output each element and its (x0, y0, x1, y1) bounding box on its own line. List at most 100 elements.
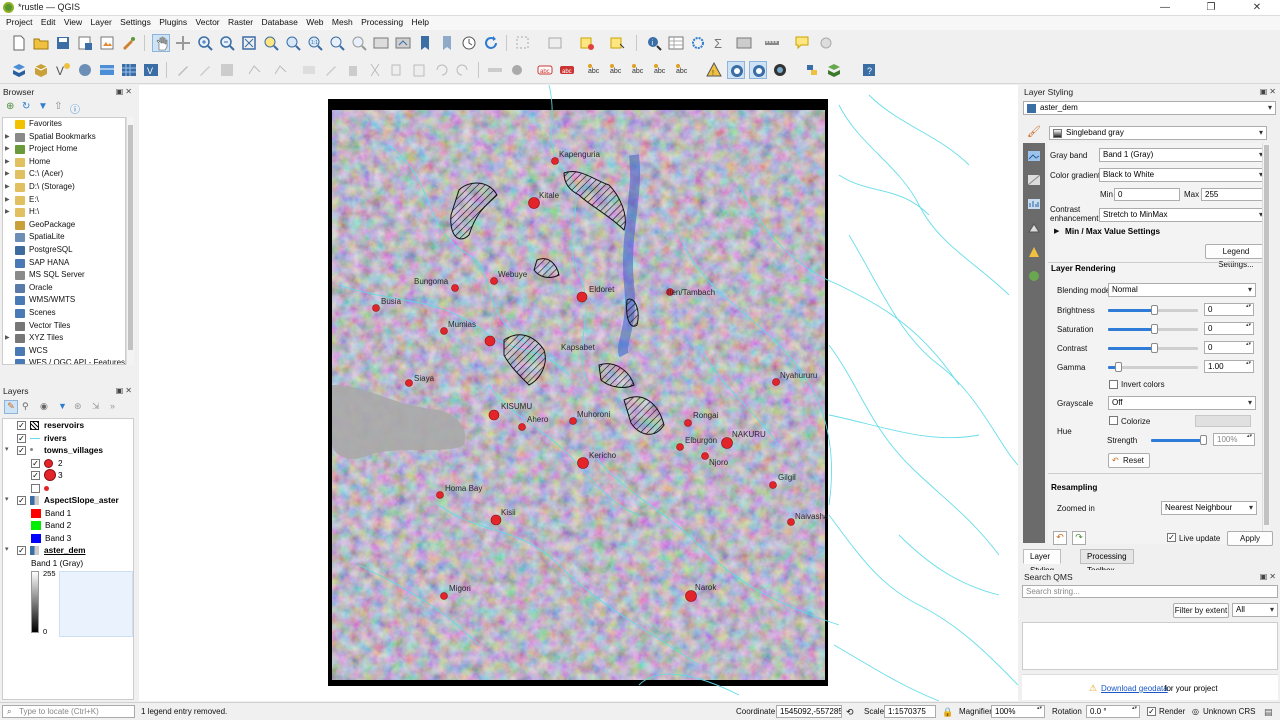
plugin-manager-icon[interactable] (825, 61, 843, 79)
menu-database[interactable]: Database (261, 16, 297, 27)
map-canvas[interactable]: Kapenguria Kitale Webuye Bungoma Eldoret… (139, 85, 1018, 701)
qms-dock-buttons[interactable]: ▣✕ (1260, 572, 1278, 581)
modify-attributes-icon[interactable] (300, 61, 318, 79)
expand-arrow-icon[interactable]: ▶ (5, 156, 10, 169)
save-edits-icon[interactable] (218, 61, 236, 79)
browser-item[interactable]: ▶ D:\ (Storage) (3, 181, 125, 194)
new-map-view-icon[interactable] (372, 34, 390, 52)
field-calculator-icon[interactable] (689, 34, 707, 52)
collapse-all-icon[interactable]: ⇧ (54, 101, 62, 112)
add-feature-icon[interactable] (246, 61, 264, 79)
layer-row[interactable]: ▾ ✓ aster_dem (3, 544, 133, 557)
symbology-tab-icon[interactable] (1023, 145, 1045, 167)
layer-visibility-checkbox[interactable]: ✓ (17, 496, 26, 505)
zoom-next-icon[interactable] (350, 34, 368, 52)
manage-visibility-icon[interactable]: ◉ (40, 401, 48, 412)
styling-dock-buttons[interactable]: ▣✕ (1260, 87, 1278, 96)
collapse-all-layers-icon[interactable]: » (110, 401, 115, 411)
rotate-label-icon[interactable]: abc (652, 61, 670, 79)
layer-row[interactable]: Band 3 (3, 532, 133, 545)
temporal-controller-icon[interactable] (460, 34, 478, 52)
maximize-button[interactable]: ❐ (1188, 0, 1234, 16)
coordinate-field[interactable]: 1545092,-557285 (776, 705, 842, 718)
menu-plugins[interactable]: Plugins (159, 16, 187, 27)
statistical-summary-icon[interactable]: Σ (711, 34, 729, 52)
rotation-spinbox[interactable]: 0.0 ° (1086, 705, 1140, 718)
properties-icon[interactable]: ⓘ (70, 101, 80, 116)
browser-item[interactable]: WMS/WMTS (3, 294, 125, 307)
layer-visibility-checkbox[interactable]: ✓ (17, 421, 26, 430)
colorize-checkbox[interactable] (1109, 416, 1118, 425)
change-label-icon[interactable]: abc (674, 61, 692, 79)
lock-scale-icon[interactable]: 🔒 (942, 707, 953, 718)
scale-field[interactable]: 1:1570375 (884, 705, 936, 718)
magnifier-spinbox[interactable]: 100% (991, 705, 1045, 718)
layer-row[interactable]: ▾ ✓ AspectSlope_aster (3, 494, 133, 507)
processing-icon[interactable]: ! (705, 61, 723, 79)
saturation-slider-handle[interactable] (1151, 324, 1158, 334)
new-spatialite-icon[interactable] (76, 61, 94, 79)
minimize-button[interactable]: — (1142, 0, 1188, 16)
layer-row[interactable]: Band 2 (3, 519, 133, 532)
strength-spinbox[interactable]: 100% (1213, 433, 1255, 446)
invert-colors-checkbox[interactable] (1109, 380, 1118, 389)
new-geopackage-icon[interactable] (32, 61, 50, 79)
qms-results-list[interactable] (1022, 622, 1278, 670)
locator-search[interactable]: ⌕ Type to locate (Ctrl+K) (2, 705, 135, 718)
vertex-tool-icon[interactable] (272, 61, 290, 79)
annotation-icon[interactable] (817, 34, 835, 52)
layer-visibility-checkbox[interactable]: ✓ (31, 458, 40, 468)
grayscale-combo[interactable]: Off (1108, 396, 1256, 410)
browser-item[interactable]: Favorites (3, 118, 125, 131)
download-geodata-link[interactable]: Download geodata (1101, 684, 1168, 693)
layer-visibility-checkbox[interactable]: ✓ (31, 471, 40, 480)
select-by-expression-icon[interactable] (578, 34, 596, 52)
max-input[interactable]: 255 (1201, 188, 1267, 201)
browser-item[interactable]: Vector Tiles (3, 320, 125, 333)
browser-item[interactable]: GeoPackage (3, 219, 125, 232)
renderer-combo[interactable]: Singleband gray (1049, 126, 1267, 140)
menu-edit[interactable]: Edit (41, 16, 56, 27)
cut-features-icon[interactable] (366, 61, 384, 79)
zoom-in-icon[interactable] (196, 34, 214, 52)
select-features-icon[interactable] (514, 34, 532, 52)
expand-arrow-icon[interactable]: ▶ (5, 168, 10, 181)
minmax-section-header[interactable]: Min / Max Value Settings (1065, 227, 1160, 236)
layer-row[interactable] (3, 482, 133, 495)
layer-row[interactable]: ▾ ✓ towns_villages (3, 444, 133, 457)
menu-layer[interactable]: Layer (91, 16, 112, 27)
crs-label[interactable]: Unknown CRS (1203, 707, 1255, 716)
menu-help[interactable]: Help (412, 16, 429, 27)
highlight-labels-icon[interactable]: abc (608, 61, 626, 79)
browser-item[interactable]: ▶ XYZ Tiles (3, 332, 125, 345)
blending-mode-combo[interactable]: Normal (1108, 283, 1256, 297)
layer-row[interactable]: ✓ reservoirs (3, 419, 133, 432)
browser-item[interactable]: ▶ Project Home (3, 143, 125, 156)
tab-layer-styling[interactable]: Layer Styling (1023, 549, 1062, 575)
undo-icon[interactable] (432, 61, 450, 79)
brightness-slider-handle[interactable] (1151, 305, 1158, 315)
menu-vector[interactable]: Vector (196, 16, 220, 27)
filter-by-extent-button[interactable]: Filter by extent (1173, 603, 1229, 618)
undo-style-icon[interactable]: ↶ (1053, 531, 1067, 545)
browser-item[interactable]: Scenes (3, 307, 125, 320)
layer-row[interactable]: Band 1 (3, 507, 133, 520)
toggle-editing-icon[interactable] (174, 61, 192, 79)
pin-labels-icon[interactable]: abc (586, 61, 604, 79)
attribute-table-icon[interactable] (667, 34, 685, 52)
zoom-native-icon[interactable]: 1:1 (306, 34, 324, 52)
redo-style-icon[interactable]: ↷ (1072, 531, 1086, 545)
layers-dock-buttons[interactable]: ▣✕ (116, 386, 134, 395)
browser-item[interactable]: WFS / OGC API - Features (3, 357, 125, 364)
transparency-tab-icon[interactable] (1023, 169, 1045, 191)
layer-select-combo[interactable]: aster_dem (1023, 101, 1276, 115)
open-styling-icon[interactable]: ✎ (4, 400, 18, 414)
filter-browser-icon[interactable]: ▼ (38, 101, 48, 112)
move-label-icon[interactable]: abc (630, 61, 648, 79)
qms-search-input[interactable]: Search string... (1022, 585, 1278, 598)
deselect-icon[interactable] (608, 34, 626, 52)
zoomed-in-combo[interactable]: Nearest Neighbour (1161, 501, 1257, 515)
layer-row[interactable]: ✓ rivers (3, 432, 133, 445)
add-vector-icon[interactable]: V (142, 61, 160, 79)
delete-selected-icon[interactable] (344, 61, 362, 79)
